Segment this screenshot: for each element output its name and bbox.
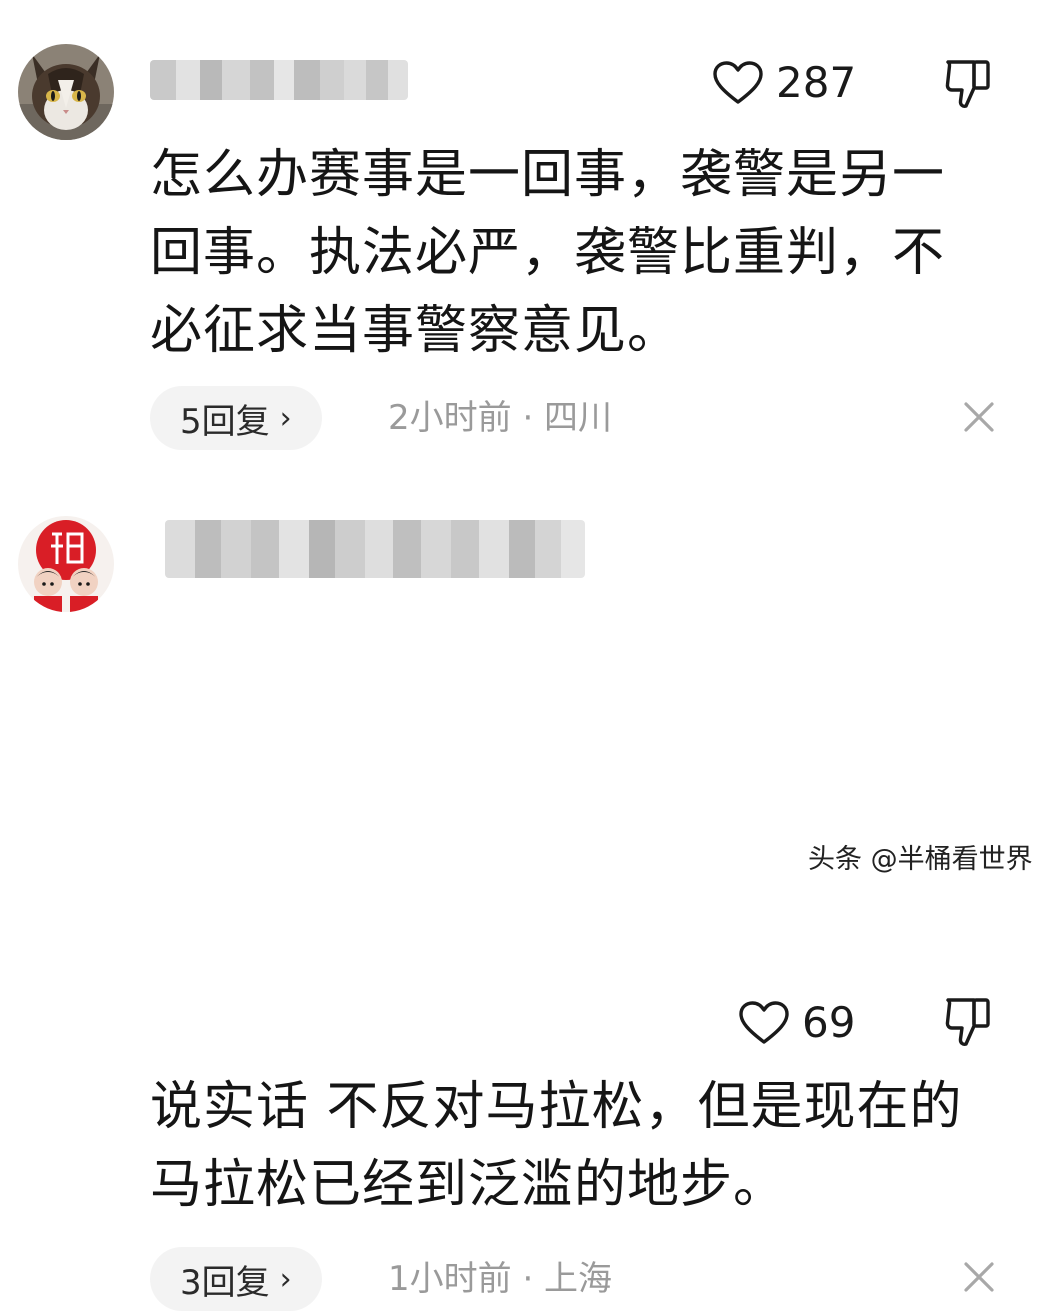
thumbs-down-icon [945, 998, 990, 1046]
comment-meta: 2小时前 · 四川 [388, 398, 613, 438]
dislike-button[interactable] [944, 56, 994, 112]
username-blurred[interactable] [165, 520, 585, 578]
replies-button[interactable]: 5回复 › [150, 386, 322, 450]
heart-icon [739, 1001, 789, 1044]
like-button[interactable]: 69 [738, 998, 855, 1048]
comment-item: 287 怎么办赛事是一回事，袭警是另一回事。执法必严，袭警比重判，不必征求当事警… [0, 0, 1050, 470]
replies-label: 5回复 [180, 401, 270, 442]
close-button[interactable] [962, 1260, 996, 1294]
like-button[interactable]: 287 [712, 58, 856, 108]
comment-item: 69 说实话 不反对马拉松，但是现在的马拉松已经到泛滥的地步。 3回复 › 1小… [0, 470, 1050, 1311]
comment-text: 说实话 不反对马拉松，但是现在的马拉松已经到泛滥的地步。 [150, 1077, 963, 1215]
dislike-button[interactable] [944, 994, 994, 1050]
chevron-right-icon: › [279, 1261, 292, 1297]
heart-icon [713, 61, 763, 104]
username-blurred[interactable] [150, 60, 408, 100]
chevron-right-icon: › [279, 400, 292, 436]
cat-avatar-icon [18, 44, 114, 140]
comment-text: 怎么办赛事是一回事，袭警是另一回事。执法必严，袭警比重判，不必征求当事警察意见。 [150, 145, 946, 361]
comment-meta: 1小时前 · 上海 [388, 1259, 613, 1299]
avatar[interactable] [18, 44, 114, 140]
close-icon [964, 1262, 994, 1292]
thumbs-down-icon [945, 60, 990, 108]
close-button[interactable] [962, 400, 996, 434]
like-count: 287 [776, 58, 857, 107]
avatar[interactable] [18, 516, 114, 612]
like-count: 69 [802, 998, 856, 1047]
watermark: 头条 @半桶看世界 [808, 844, 1033, 875]
close-icon [964, 402, 994, 432]
replies-label: 3回复 [180, 1262, 270, 1303]
fu-couple-avatar-icon [18, 516, 114, 612]
replies-button[interactable]: 3回复 › [150, 1247, 322, 1311]
